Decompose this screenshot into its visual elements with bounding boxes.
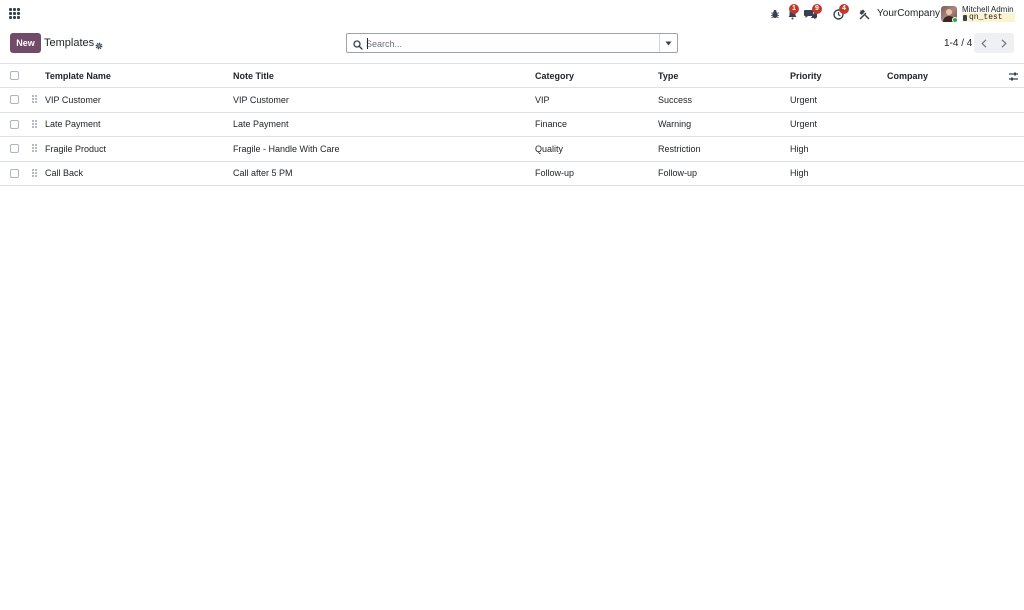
- bug-icon[interactable]: [768, 7, 782, 21]
- top-navbar: 1 9 4 YourCompany Mitchell Admin qn_test: [0, 0, 1024, 28]
- column-header-company[interactable]: Company: [887, 64, 928, 87]
- column-header-type[interactable]: Type: [658, 64, 678, 87]
- cell-category[interactable]: Finance: [535, 113, 567, 137]
- clock-badge: 4: [839, 4, 849, 14]
- search-input[interactable]: [366, 36, 656, 51]
- drag-handle-icon[interactable]: [32, 168, 37, 179]
- online-status-dot: [952, 17, 958, 23]
- cell-priority[interactable]: Urgent: [790, 113, 817, 137]
- messages-icon[interactable]: 9: [803, 4, 822, 21]
- cell-priority[interactable]: High: [790, 137, 809, 161]
- apps-grid-icon[interactable]: [9, 8, 20, 19]
- cell-template-name[interactable]: Call Back: [45, 162, 83, 186]
- column-header-note-title[interactable]: Note Title: [233, 64, 274, 87]
- search-bar: [346, 33, 678, 53]
- pager-previous-button[interactable]: [974, 33, 994, 53]
- table-row[interactable]: Fragile Product Fragile - Handle With Ca…: [0, 137, 1024, 162]
- cell-template-name[interactable]: Late Payment: [45, 113, 101, 137]
- cell-priority[interactable]: High: [790, 162, 809, 186]
- activity-bell-icon[interactable]: 1: [785, 4, 799, 21]
- table-row[interactable]: Call Back Call after 5 PM Follow-up Foll…: [0, 162, 1024, 186]
- gear-icon[interactable]: [95, 39, 103, 50]
- tools-icon[interactable]: [857, 7, 871, 21]
- database-name: qn_test: [969, 13, 1003, 22]
- table-row[interactable]: Late Payment Late Payment Finance Warnin…: [0, 113, 1024, 137]
- cell-template-name[interactable]: Fragile Product: [45, 137, 106, 161]
- cell-template-name[interactable]: VIP Customer: [45, 88, 101, 112]
- cell-type[interactable]: Follow-up: [658, 162, 697, 186]
- cell-note-title[interactable]: VIP Customer: [233, 88, 289, 112]
- cell-category[interactable]: Quality: [535, 137, 563, 161]
- company-switcher[interactable]: YourCompany: [877, 8, 940, 19]
- table-header: Template Name Note Title Category Type P…: [0, 63, 1024, 88]
- cell-note-title[interactable]: Fragile - Handle With Care: [233, 137, 340, 161]
- row-checkbox[interactable]: [10, 168, 19, 178]
- cell-note-title[interactable]: Call after 5 PM: [233, 162, 293, 186]
- activity-badge: 1: [789, 4, 799, 14]
- row-checkbox[interactable]: [10, 119, 19, 129]
- select-all-checkbox[interactable]: [10, 71, 19, 80]
- cell-type[interactable]: Warning: [658, 113, 691, 137]
- column-header-priority[interactable]: Priority: [790, 64, 822, 87]
- clock-icon[interactable]: 4: [831, 4, 849, 21]
- cell-note-title[interactable]: Late Payment: [233, 113, 289, 137]
- cell-priority[interactable]: Urgent: [790, 88, 817, 112]
- row-checkbox[interactable]: [10, 95, 19, 104]
- search-icon: [353, 39, 363, 50]
- cell-category[interactable]: VIP: [535, 88, 550, 112]
- messages-badge: 9: [812, 4, 822, 14]
- text-cursor: [367, 38, 368, 49]
- drag-handle-icon[interactable]: [32, 119, 37, 130]
- table-row[interactable]: VIP Customer VIP Customer VIP Success Ur…: [0, 88, 1024, 113]
- drag-handle-icon[interactable]: [32, 144, 37, 154]
- row-checkbox[interactable]: [10, 144, 19, 153]
- optional-columns-icon[interactable]: [1008, 71, 1019, 82]
- page-title[interactable]: Templates: [44, 37, 94, 49]
- pager-next-button[interactable]: [994, 33, 1014, 53]
- new-button[interactable]: New: [10, 33, 41, 53]
- pager-value[interactable]: 1-4 / 4: [944, 38, 972, 49]
- column-header-category[interactable]: Category: [535, 64, 574, 87]
- search-options-toggle[interactable]: [659, 34, 677, 52]
- database-icon: [963, 14, 967, 21]
- database-chip: qn_test: [962, 13, 1015, 22]
- caret-down-icon: [665, 41, 672, 45]
- column-header-template-name[interactable]: Template Name: [45, 64, 111, 87]
- cell-category[interactable]: Follow-up: [535, 162, 574, 186]
- cell-type[interactable]: Restriction: [658, 137, 701, 161]
- chevron-right-icon: [1001, 38, 1007, 48]
- cell-type[interactable]: Success: [658, 88, 692, 112]
- templates-list: Template Name Note Title Category Type P…: [0, 63, 1024, 186]
- chevron-left-icon: [981, 38, 987, 48]
- drag-handle-icon[interactable]: [32, 95, 37, 105]
